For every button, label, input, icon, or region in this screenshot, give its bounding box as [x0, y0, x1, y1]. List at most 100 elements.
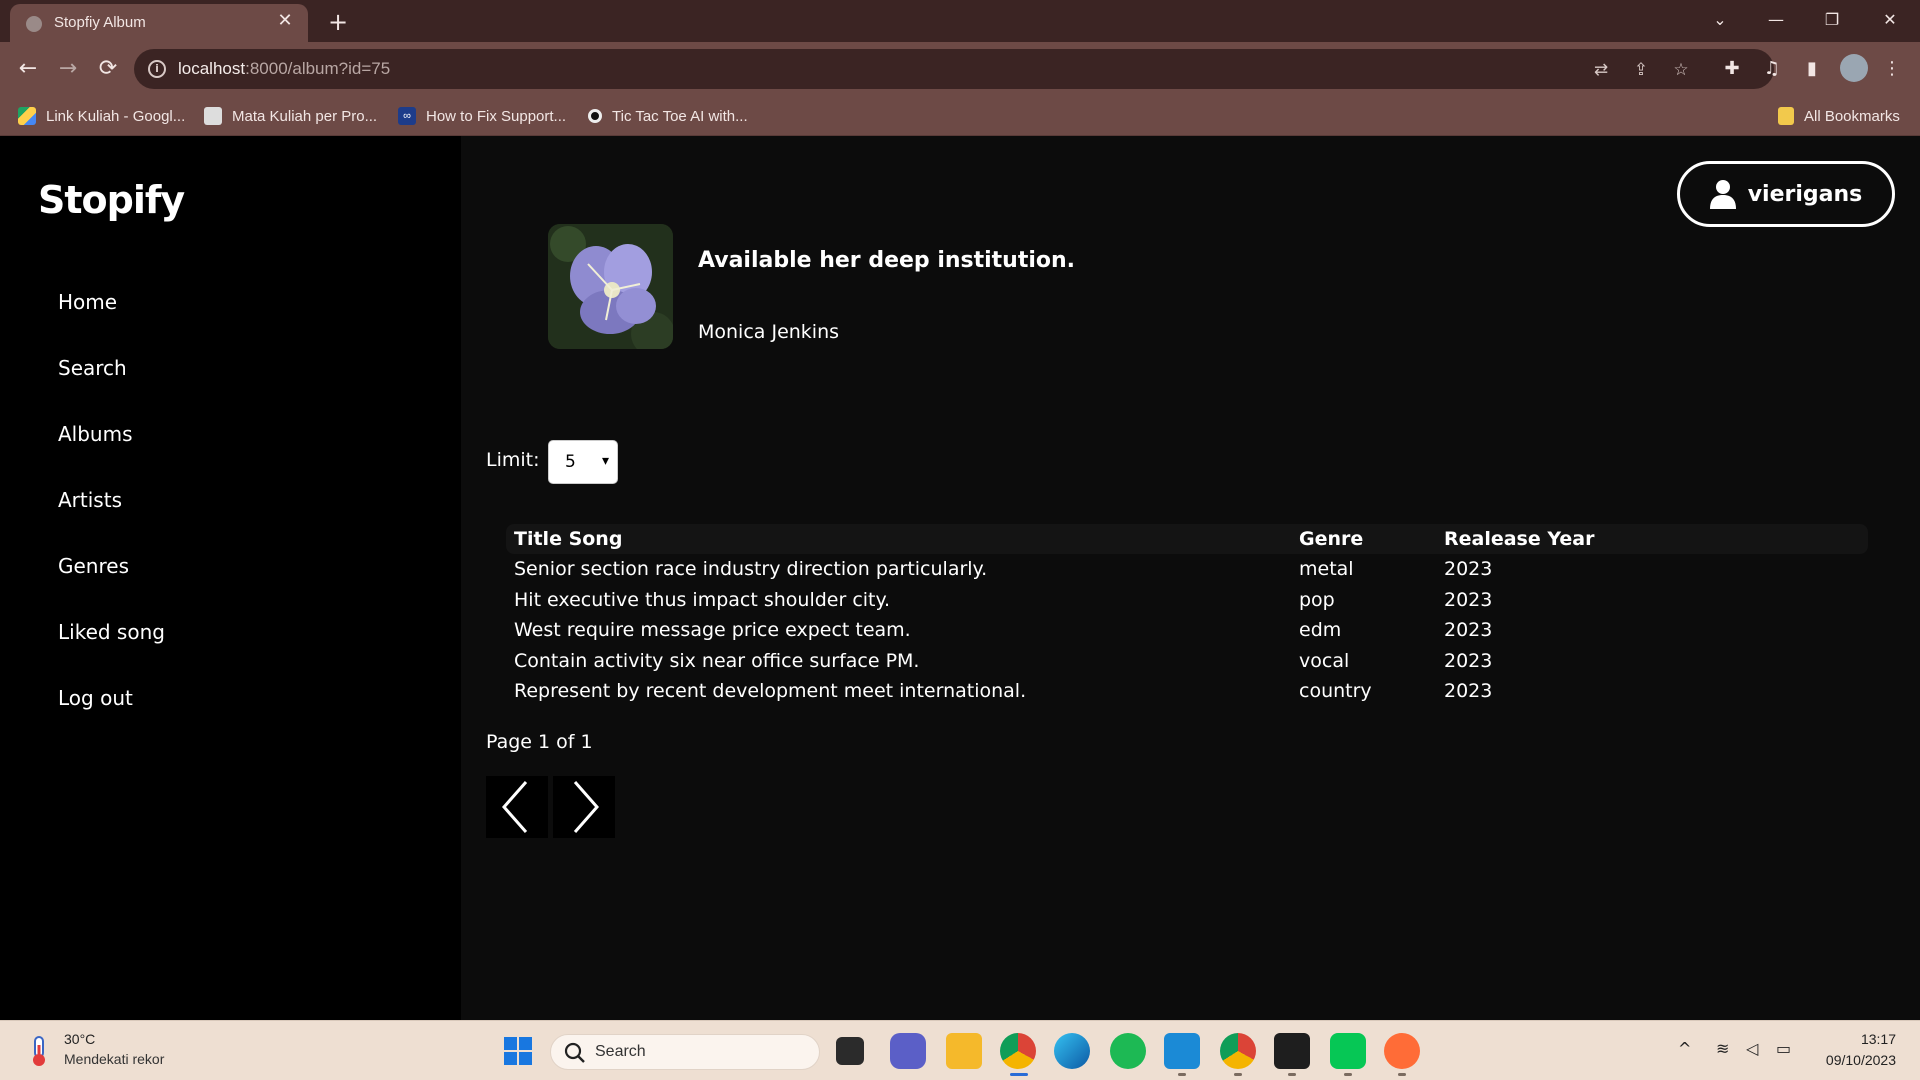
browser-tab[interactable]: Stopfiy Album ✕: [10, 4, 308, 42]
song-title: Represent by recent development meet int…: [514, 680, 1027, 702]
limit-label: Limit:: [486, 449, 540, 471]
header-genre: Genre: [1299, 528, 1364, 550]
running-app-indicator: [1288, 1073, 1296, 1076]
all-bookmarks[interactable]: All Bookmarks: [1778, 106, 1900, 126]
nav-artists[interactable]: Artists: [58, 488, 122, 512]
running-app-indicator: [1234, 1073, 1242, 1076]
bookmark-star-icon[interactable]: ☆: [1670, 59, 1692, 81]
table-row[interactable]: Contain activity six near office surface…: [506, 646, 1868, 677]
song-genre: vocal: [1299, 649, 1350, 672]
file-explorer-icon[interactable]: [946, 1033, 982, 1069]
thermometer-icon[interactable]: [28, 1035, 50, 1067]
song-genre: edm: [1299, 619, 1342, 641]
chevron-down-icon: ▾: [601, 453, 609, 469]
terminal-icon[interactable]: [1274, 1033, 1310, 1069]
app-logo[interactable]: Stopify: [38, 178, 185, 222]
flower-image: [548, 224, 673, 349]
profile-avatar[interactable]: [1840, 54, 1868, 82]
sidebar: Stopify Home Search Albums Artists Genre…: [0, 136, 461, 1020]
user-menu-button[interactable]: vierigans: [1677, 161, 1895, 227]
next-page-button[interactable]: [553, 776, 615, 838]
nav-albums[interactable]: Albums: [58, 422, 133, 446]
bookmark-link-kuliah[interactable]: Link Kuliah - Googl...: [18, 106, 185, 126]
running-app-indicator: [1178, 1073, 1186, 1076]
close-window-button[interactable]: ✕: [1870, 6, 1910, 34]
user-name: vierigans: [1747, 181, 1863, 207]
chrome-icon[interactable]: [1000, 1033, 1036, 1069]
running-app-indicator: [1344, 1073, 1352, 1076]
song-year: 2023: [1444, 680, 1493, 702]
reload-icon[interactable]: ⟳: [94, 55, 122, 83]
chrome-profile-icon[interactable]: [1220, 1033, 1256, 1069]
song-year: 2023: [1444, 619, 1493, 641]
table-row[interactable]: Hit executive thus impact shoulder city.…: [506, 585, 1868, 616]
spotify-icon[interactable]: [1110, 1033, 1146, 1069]
song-title: Hit executive thus impact shoulder city.: [514, 588, 891, 611]
address-bar[interactable]: i localhost:8000/album?id=75 ⇄ ⇪ ☆: [134, 49, 1774, 89]
song-year: 2023: [1444, 649, 1493, 672]
limit-select[interactable]: 5 ▾: [548, 440, 618, 484]
chevron-right-icon: [573, 781, 599, 833]
nav-genres[interactable]: Genres: [58, 554, 129, 578]
bookmark-how-to-fix[interactable]: ∞ How to Fix Support...: [398, 106, 566, 126]
tab-title: Stopfiy Album: [54, 14, 146, 31]
weather-temperature[interactable]: 30°C: [64, 1031, 95, 1047]
song-year: 2023: [1444, 558, 1493, 580]
url-text[interactable]: localhost:8000/album?id=75: [178, 59, 390, 79]
forward-icon[interactable]: →: [54, 55, 82, 83]
active-app-indicator: [1010, 1073, 1028, 1076]
pixel-icon: [204, 107, 222, 125]
nav-search[interactable]: Search: [58, 356, 127, 380]
show-hidden-icons-icon[interactable]: ^: [1678, 1039, 1691, 1058]
tab-search-icon[interactable]: ⌄: [1700, 6, 1740, 34]
bookmarks-bar: Link Kuliah - Googl... Mata Kuliah per P…: [0, 96, 1920, 136]
clock-time[interactable]: 13:17: [1861, 1031, 1896, 1047]
minimize-button[interactable]: —: [1756, 6, 1796, 34]
site-info-icon[interactable]: i: [148, 60, 166, 78]
google-drive-icon: [18, 107, 36, 125]
nav-log-out[interactable]: Log out: [58, 686, 133, 710]
nav-liked-song[interactable]: Liked song: [58, 620, 165, 644]
task-view-icon[interactable]: [836, 1037, 864, 1065]
album-artist[interactable]: Monica Jenkins: [698, 321, 839, 343]
windows-start-icon[interactable]: [500, 1033, 536, 1069]
translate-icon[interactable]: ⇄: [1590, 59, 1612, 81]
line-icon[interactable]: [1330, 1033, 1366, 1069]
edge-icon[interactable]: [1054, 1033, 1090, 1069]
nav-home[interactable]: Home: [58, 290, 117, 314]
globe-icon: [26, 16, 42, 32]
taskbar-search[interactable]: Search: [550, 1034, 820, 1070]
postman-icon[interactable]: [1384, 1033, 1420, 1069]
song-title: Contain activity six near office surface…: [514, 649, 920, 672]
chevron-left-icon: [502, 781, 528, 833]
header-title-song: Title Song: [514, 528, 623, 550]
teams-chat-icon[interactable]: [890, 1033, 926, 1069]
media-control-icon[interactable]: ♫: [1758, 55, 1786, 83]
running-app-indicator: [1398, 1073, 1406, 1076]
restore-button[interactable]: ❐: [1812, 6, 1852, 34]
limit-value: 5: [565, 452, 576, 472]
share-icon[interactable]: ⇪: [1630, 59, 1652, 81]
taskbar-search-label: Search: [595, 1043, 646, 1060]
song-genre: metal: [1299, 558, 1354, 580]
weather-description[interactable]: Mendekati rekor: [64, 1051, 164, 1067]
table-row[interactable]: Represent by recent development meet int…: [506, 676, 1868, 707]
prev-page-button[interactable]: [486, 776, 548, 838]
back-icon[interactable]: ←: [14, 55, 42, 83]
vscode-icon[interactable]: [1164, 1033, 1200, 1069]
new-tab-button[interactable]: +: [324, 8, 352, 36]
volume-icon[interactable]: ◁: [1746, 1039, 1758, 1058]
side-panel-icon[interactable]: ▮: [1798, 55, 1826, 83]
extensions-icon[interactable]: ✚: [1718, 55, 1746, 83]
browser-toolbar: ← → ⟳ i localhost:8000/album?id=75 ⇄ ⇪ ☆…: [0, 42, 1920, 96]
close-tab-icon[interactable]: ✕: [274, 10, 296, 32]
wifi-icon[interactable]: ≋: [1716, 1039, 1729, 1058]
bookmark-mata-kuliah[interactable]: Mata Kuliah per Pro...: [204, 106, 377, 126]
user-icon: [1709, 180, 1736, 209]
bookmark-tic-tac-toe[interactable]: Tic Tac Toe AI with...: [588, 106, 748, 126]
battery-icon[interactable]: ▭: [1776, 1039, 1791, 1058]
table-row[interactable]: Senior section race industry direction p…: [506, 554, 1868, 585]
clock-date[interactable]: 09/10/2023: [1826, 1052, 1896, 1068]
table-row[interactable]: West require message price expect team. …: [506, 615, 1868, 646]
browser-menu-icon[interactable]: ⋮: [1878, 55, 1906, 83]
